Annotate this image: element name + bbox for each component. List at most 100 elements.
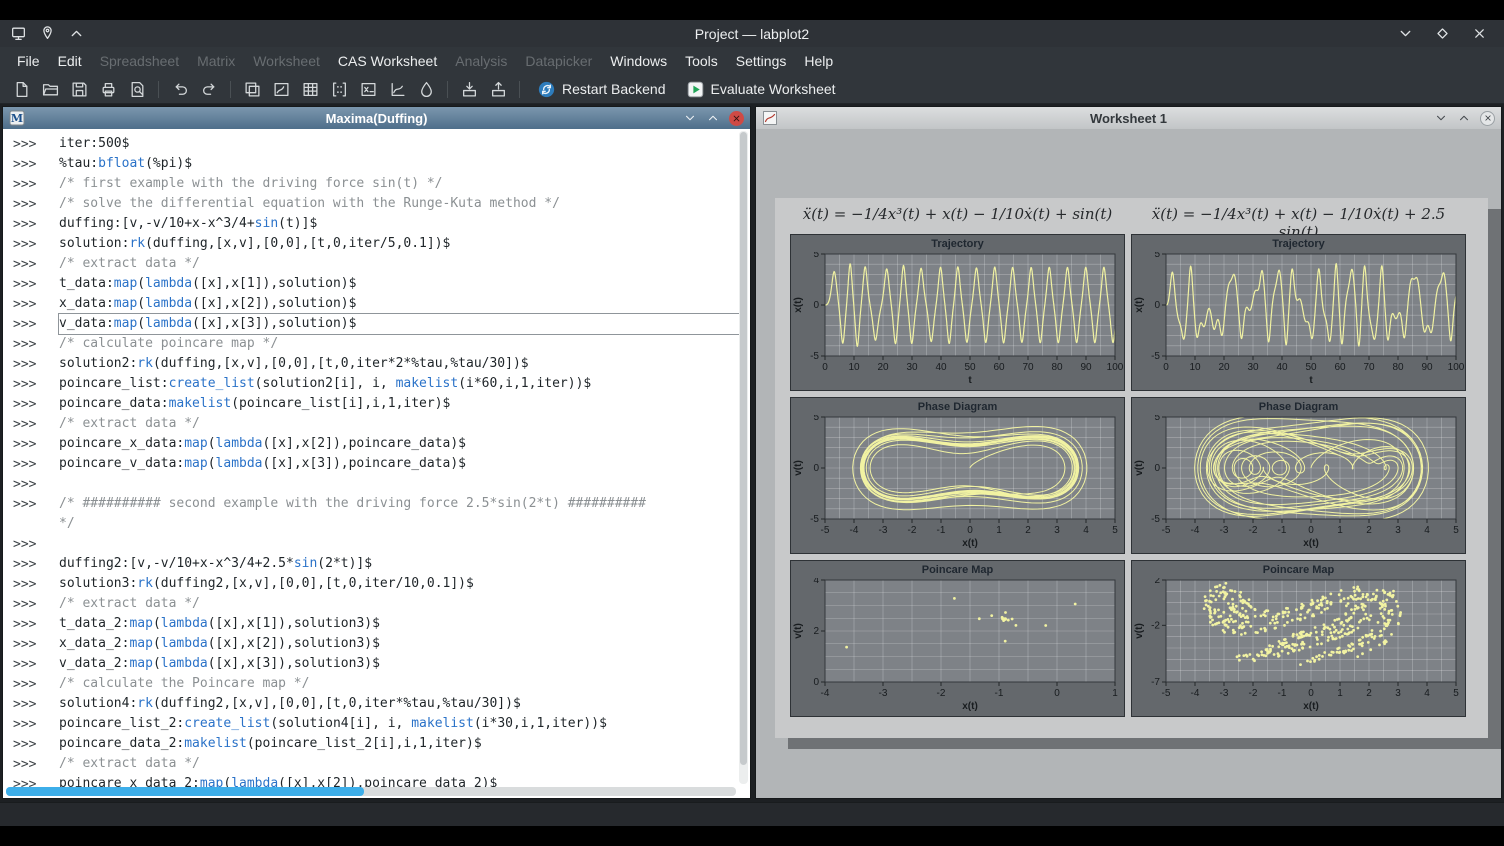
svg-text:v(t): v(t) [1134, 623, 1145, 639]
main-window: Project — labplot2 FileEditSpreadsheetMa… [0, 20, 1504, 826]
code-line: >>>poincare_v_data:map(lambda([x],x[3]),… [13, 454, 740, 474]
title-bar[interactable]: Project — labplot2 [0, 20, 1504, 47]
svg-text:x(t): x(t) [962, 538, 978, 549]
toolbar-datapicker-button[interactable] [412, 77, 440, 102]
code-text: duffing2:[v,-v/10+x-x^3/4+2.5*sin(2*t)]$ [59, 554, 740, 574]
prompt: >>> [13, 177, 59, 192]
menu-item-worksheet: Worksheet [244, 49, 329, 73]
code-line: >>>poincare_list:create_list(solution2[i… [13, 374, 740, 394]
svg-text:20: 20 [877, 362, 889, 373]
cas-close-button[interactable] [729, 111, 744, 126]
toolbar-new-cas-button[interactable] [354, 77, 382, 102]
plot-phase-diagram-2[interactable]: Phase Diagram-5-4-3-2-1012345-505x(t)v(t… [1131, 397, 1466, 554]
toolbar-new-workbook-button[interactable] [238, 77, 266, 102]
prompt: >>> [13, 457, 59, 472]
code-line: >>>solution2:rk(duffing,[x,v],[0,0],[t,0… [13, 354, 740, 374]
svg-text:-5: -5 [821, 525, 830, 536]
minimize-icon[interactable] [1397, 25, 1414, 42]
code-text: x_data_2:map(lambda([x],x[2]),solution3)… [59, 634, 740, 654]
svg-text:3: 3 [1054, 525, 1060, 536]
menu-item-spreadsheet: Spreadsheet [91, 49, 188, 73]
vertical-scrollbar[interactable] [739, 131, 748, 784]
prompt: >>> [13, 497, 59, 512]
worksheet-titlebar[interactable]: Worksheet 1 [756, 107, 1501, 129]
menu-item-help[interactable]: Help [795, 49, 842, 73]
svg-text:50: 50 [964, 362, 976, 373]
cas-minimize-icon[interactable] [683, 111, 697, 125]
worksheet-minimize-icon[interactable] [1434, 111, 1448, 125]
svg-text:-4: -4 [1191, 688, 1200, 699]
svg-text:4: 4 [1083, 525, 1089, 536]
svg-text:-2: -2 [908, 525, 917, 536]
restart-backend-button[interactable]: Restart Backend [528, 77, 676, 102]
toolbar-save-button[interactable] [65, 77, 93, 102]
menu-item-tools[interactable]: Tools [676, 49, 727, 73]
worksheet-close-button[interactable] [1480, 111, 1495, 126]
export-icon [490, 81, 507, 98]
code-text: t_data_2:map(lambda([x],x[1]),solution3)… [59, 614, 740, 634]
vertical-scrollbar-thumb[interactable] [740, 132, 747, 765]
code-text: %tau:bfloat(%pi)$ [59, 154, 740, 174]
svg-text:-4: -4 [850, 525, 859, 536]
toolbar-new-worksheet-button[interactable] [267, 77, 295, 102]
svg-text:x(t): x(t) [1134, 297, 1145, 313]
evaluate-worksheet-button[interactable]: Evaluate Worksheet [677, 77, 846, 102]
plot-trajectory-2[interactable]: Trajectory0102030405060708090100-505tx(t… [1131, 234, 1466, 391]
close-icon[interactable] [1471, 25, 1488, 42]
code-line: >>>/* extract data */ [13, 414, 740, 434]
horizontal-scrollbar-thumb[interactable] [6, 787, 364, 796]
toolbar-redo-button[interactable] [195, 77, 223, 102]
code-line: >>>duffing2:[v,-v/10+x-x^3/4+2.5*sin(2*t… [13, 554, 740, 574]
svg-text:40: 40 [935, 362, 947, 373]
code-line: >>> [13, 534, 740, 554]
menu-item-cas-worksheet[interactable]: CAS Worksheet [329, 49, 446, 73]
toolbar-new-spreadsheet-button[interactable] [296, 77, 324, 102]
cas-window-titlebar[interactable]: M Maxima(Duffing) [3, 107, 750, 129]
pin-icon[interactable] [39, 25, 56, 42]
code-line: >>>solution3:rk(duffing2,[x,v],[0,0],[t,… [13, 574, 740, 594]
code-text: solution4:rk(duffing2,[x,v],[0,0],[t,0,i… [59, 694, 740, 714]
toolbar-import-button[interactable] [455, 77, 483, 102]
prompt: >>> [13, 557, 59, 572]
toolbar-undo-button[interactable] [166, 77, 194, 102]
menu-item-windows[interactable]: Windows [601, 49, 676, 73]
menu-item-file[interactable]: File [8, 49, 49, 73]
close-icon [1483, 113, 1493, 123]
plot-canvas-trajectory-1: 0102030405060708090100-505tx(t) [791, 252, 1124, 388]
menu-item-settings[interactable]: Settings [727, 49, 796, 73]
toolbar-new-plot-button[interactable] [383, 77, 411, 102]
plot-poincare-map-2[interactable]: Poincare Map-5-4-3-2-10123452-2-7x(t)v(t… [1131, 560, 1466, 717]
svg-text:5: 5 [1154, 252, 1160, 260]
toolbar-export-button[interactable] [484, 77, 512, 102]
toolbar-open-folder-button[interactable] [36, 77, 64, 102]
plot-trajectory-1[interactable]: Trajectory0102030405060708090100-505tx(t… [790, 234, 1125, 391]
code-text: /* ########## second example with the dr… [59, 494, 740, 514]
plot-phase-diagram-1[interactable]: Phase Diagram-5-4-3-2-1012345-505x(t)v(t… [790, 397, 1125, 554]
svg-text:x(t): x(t) [1303, 538, 1319, 549]
new-doc-icon [13, 81, 30, 98]
plot-poincare-map-1[interactable]: Poincare Map-4-3-2-101024x(t)v(t) [790, 560, 1125, 717]
code-line: >>>/* extract data */ [13, 594, 740, 614]
worksheet-maximize-icon[interactable] [1457, 111, 1471, 125]
toolbar-print-preview-button[interactable] [123, 77, 151, 102]
cas-console[interactable]: >>>iter:500$>>>%tau:bfloat(%pi)$>>>/* fi… [3, 129, 750, 798]
menu-item-edit[interactable]: Edit [49, 49, 91, 73]
code-text: poincare_data_2:makelist(poincare_list_2… [59, 734, 740, 754]
maximize-icon[interactable] [1434, 25, 1451, 42]
cas-maximize-icon[interactable] [706, 111, 720, 125]
horizontal-scrollbar[interactable] [6, 787, 736, 796]
code-text: /* extract data */ [59, 594, 740, 614]
code-line: >>>x_data_2:map(lambda([x],x[2]),solutio… [13, 634, 740, 654]
svg-text:1: 1 [1337, 525, 1343, 536]
app-menu-icon[interactable] [10, 25, 27, 42]
code-line: >>>duffing:[v,-v/10+x-x^3/4+sin(t)]$ [13, 214, 740, 234]
code-text: poincare_list_2:create_list(solution4[i]… [59, 714, 740, 734]
svg-text:70: 70 [1363, 362, 1375, 373]
toolbar-new-matrix-button[interactable] [325, 77, 353, 102]
prompt: >>> [13, 277, 59, 292]
shade-icon[interactable] [68, 25, 85, 42]
toolbar-new-doc-button[interactable] [7, 77, 35, 102]
toolbar-print-button[interactable] [94, 77, 122, 102]
prompt: >>> [13, 217, 59, 232]
new-cas-icon [360, 81, 377, 98]
